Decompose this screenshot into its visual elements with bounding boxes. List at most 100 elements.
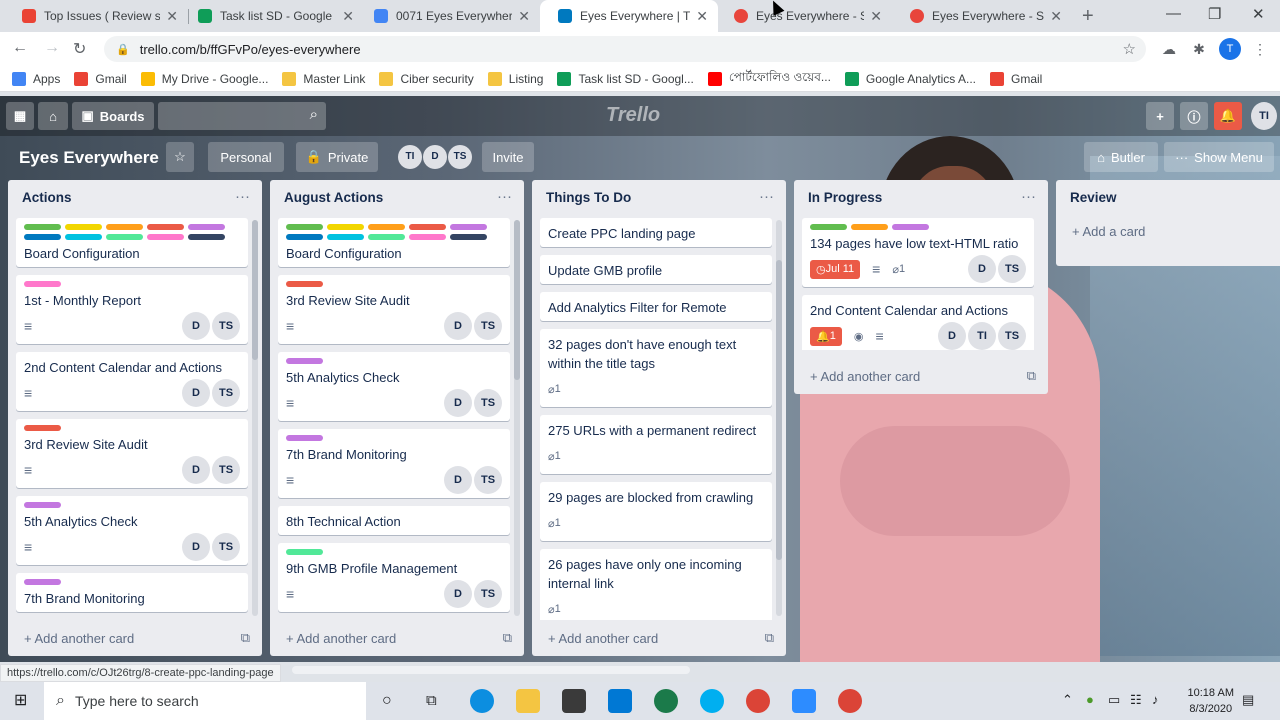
member-avatar[interactable]: TS <box>474 466 502 494</box>
browser-tab[interactable]: Eyes Everywhere - Site ✕ <box>892 0 1072 32</box>
card[interactable]: 275 URLs with a permanent redirect ⌀ 1 <box>540 415 772 474</box>
network-icon[interactable]: ☷ <box>1130 692 1142 708</box>
card-label[interactable] <box>450 234 487 240</box>
tray-chevron-icon[interactable]: ⌃ <box>1062 692 1073 708</box>
due-date-badge[interactable]: ◷ Jul 11 <box>810 259 861 279</box>
card[interactable]: 5th Analytics Check ≡ D TS <box>16 496 248 565</box>
upwork-icon[interactable] <box>654 689 678 713</box>
list-menu-icon[interactable]: ··· <box>1021 188 1036 205</box>
butler-button[interactable]: ⌂ Butler <box>1084 142 1158 172</box>
card[interactable]: 29 pages are blocked from crawling ⌀ 1 <box>540 482 772 541</box>
notifications-bell-icon[interactable]: 🔔 <box>1214 102 1242 130</box>
browser-tab[interactable]: Eyes Everywhere - Site ✕ <box>716 0 892 32</box>
scrollbar-thumb[interactable] <box>514 220 520 380</box>
card-label[interactable] <box>24 425 61 431</box>
star-board-icon[interactable]: ☆ <box>166 142 194 172</box>
member-avatar[interactable]: D <box>182 456 210 484</box>
user-avatar[interactable]: TI <box>1251 102 1277 130</box>
member-avatar[interactable]: TS <box>998 322 1026 350</box>
card-label[interactable] <box>24 234 61 240</box>
card-template-icon[interactable]: ⧉ <box>503 630 512 646</box>
bookmark-star-icon[interactable]: ☆ <box>1123 40 1136 58</box>
add-card-button[interactable]: + Add another card <box>810 369 920 384</box>
member-avatar[interactable]: TS <box>212 533 240 561</box>
bookmark-item[interactable]: Ciber security <box>379 71 474 86</box>
file-explorer-icon[interactable] <box>516 689 540 713</box>
bookmark-item[interactable]: Gmail <box>989 71 1042 86</box>
member-avatar[interactable]: TS <box>474 580 502 608</box>
bookmark-item[interactable]: Apps <box>12 71 60 86</box>
chrome-icon[interactable] <box>746 689 770 713</box>
card-label[interactable] <box>147 234 184 240</box>
bookmark-item[interactable]: পোর্টফোলিও ওয়েব... <box>707 69 831 89</box>
card-template-icon[interactable]: ⧉ <box>241 630 250 646</box>
list[interactable]: August Actions ··· Board Configuration 3rd … <box>270 180 524 656</box>
card-label[interactable] <box>24 579 61 585</box>
card-label[interactable] <box>327 234 364 240</box>
notification-badge[interactable]: 🔔 1 <box>810 326 842 346</box>
card[interactable]: 2nd Content Calendar and Actions ≡ D TS <box>16 352 248 411</box>
card-label[interactable] <box>851 224 888 230</box>
card-label[interactable] <box>286 281 323 287</box>
browser-tab[interactable]: Task list SD - Google Sh ✕ <box>180 0 364 32</box>
apps-grid-icon[interactable]: ▦ <box>6 102 34 130</box>
restore-window-icon[interactable]: ❐ <box>1208 5 1221 23</box>
card-template-icon[interactable]: ⧉ <box>765 630 774 646</box>
info-icon[interactable]: ⓘ <box>1180 102 1208 130</box>
card-label[interactable] <box>188 224 225 230</box>
forward-arrow-icon[interactable]: → <box>44 39 60 57</box>
skype-icon[interactable] <box>700 689 724 713</box>
card-label[interactable] <box>286 224 323 230</box>
list[interactable]: Review + Add a card <box>1056 180 1280 266</box>
card-label[interactable] <box>106 224 143 230</box>
list-menu-icon[interactable]: ··· <box>497 188 512 205</box>
member-avatar[interactable]: D <box>444 466 472 494</box>
card[interactable]: 7th Brand Monitoring <box>16 573 248 612</box>
invite-button[interactable]: Invite <box>482 142 534 172</box>
create-plus-icon[interactable]: + <box>1146 102 1174 130</box>
board-member-avatar[interactable]: TS <box>448 145 472 169</box>
bookmark-item[interactable]: Google Analytics A... <box>844 71 976 86</box>
member-avatar[interactable]: TS <box>474 389 502 417</box>
member-avatar[interactable]: D <box>444 389 472 417</box>
trello-logo[interactable]: Trello <box>606 104 660 127</box>
card-label[interactable] <box>892 224 929 230</box>
notification-center-icon[interactable]: ▤ <box>1242 692 1254 708</box>
list-scrollbar[interactable] <box>776 220 782 616</box>
tray-app-icon[interactable]: ● <box>1086 692 1094 707</box>
list-title[interactable]: In Progress <box>808 190 882 205</box>
card-label[interactable] <box>65 224 102 230</box>
chrome-icon[interactable] <box>838 689 862 713</box>
card-label[interactable] <box>810 224 847 230</box>
card[interactable]: Board Configuration <box>16 218 248 267</box>
card-label[interactable] <box>24 224 61 230</box>
add-card-button[interactable]: + Add a card <box>1072 224 1145 239</box>
scrollbar-thumb[interactable] <box>252 220 258 360</box>
home-icon[interactable]: ⌂ <box>38 102 68 130</box>
list-menu-icon[interactable]: ··· <box>759 188 774 205</box>
card[interactable]: 8th Technical Action <box>278 506 510 535</box>
board-horizontal-scrollbar[interactable] <box>292 666 690 674</box>
windows-start-icon[interactable]: ⊞ <box>14 690 27 710</box>
card-label[interactable] <box>24 502 61 508</box>
tab-close-icon[interactable]: ✕ <box>1050 8 1062 25</box>
card-label[interactable] <box>286 234 323 240</box>
tab-close-icon[interactable]: ✕ <box>166 8 178 25</box>
taskbar-clock[interactable]: 10:18 AM 8/3/2020 <box>1188 685 1234 717</box>
list[interactable]: Things To Do ··· Create PPC landing page Up… <box>532 180 786 656</box>
board-member-avatar[interactable]: D <box>423 145 447 169</box>
zoom-icon[interactable] <box>792 689 816 713</box>
board-member-avatar[interactable]: TI <box>398 145 422 169</box>
new-tab-plus-icon[interactable]: + <box>1082 5 1094 28</box>
member-avatar[interactable]: TS <box>212 379 240 407</box>
card-label[interactable] <box>24 281 61 287</box>
card-label[interactable] <box>286 549 323 555</box>
list-title[interactable]: Actions <box>22 190 72 205</box>
card[interactable]: 7th Brand Monitoring ≡ D TS <box>278 429 510 498</box>
list-title[interactable]: August Actions <box>284 190 383 205</box>
volume-icon[interactable]: ♪ <box>1152 692 1159 707</box>
card[interactable]: Add Analytics Filter for Remote <box>540 292 772 321</box>
card[interactable]: 32 pages don't have enough text within t… <box>540 329 772 407</box>
member-avatar[interactable]: TS <box>212 312 240 340</box>
card-label[interactable] <box>409 234 446 240</box>
